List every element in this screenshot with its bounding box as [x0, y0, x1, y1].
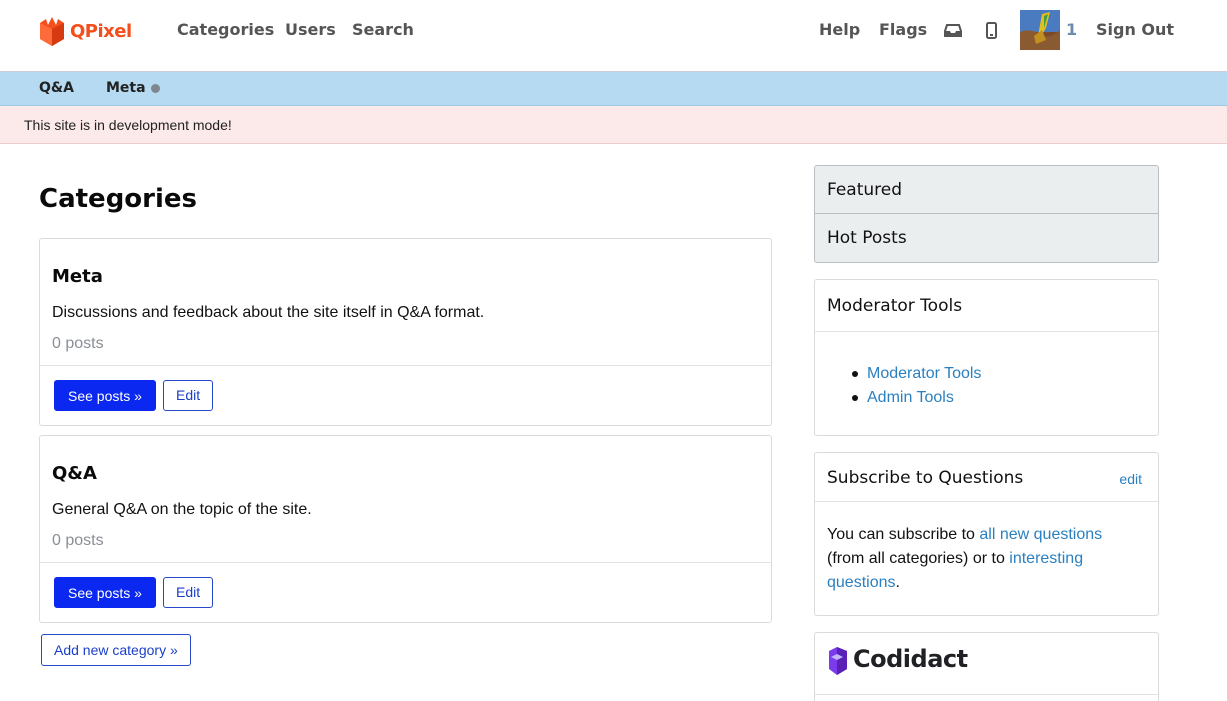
dev-mode-notice: This site is in development mode!: [0, 106, 1227, 144]
qpixel-logo-icon: [40, 17, 64, 46]
featured-tabs: Featured Hot Posts: [814, 165, 1159, 263]
tab-hot-posts[interactable]: Hot Posts: [815, 214, 1158, 262]
list-item: Admin Tools: [851, 386, 981, 410]
category-description: Discussions and feedback about the site …: [52, 304, 485, 321]
moderator-links: Moderator Tools Admin Tools: [851, 362, 981, 410]
logo-text: QPixel: [70, 20, 132, 42]
nav-categories[interactable]: Categories: [177, 20, 274, 39]
admin-tools-link[interactable]: Admin Tools: [867, 389, 954, 406]
subscribe-widget: Subscribe to Questions edit You can subs…: [814, 452, 1159, 616]
category-description: General Q&A on the topic of the site.: [52, 501, 312, 518]
subscribe-text: You can subscribe to all new questions (…: [827, 523, 1127, 595]
nav-flags[interactable]: Flags: [879, 20, 927, 39]
activity-dot: [151, 84, 160, 93]
edit-category-button[interactable]: Edit: [163, 577, 214, 608]
category-tab-meta[interactable]: Meta: [106, 80, 146, 96]
moderator-tools-link[interactable]: Moderator Tools: [867, 365, 981, 382]
subscribe-text-part: (from all categories) or to: [827, 550, 1010, 567]
edit-category-button[interactable]: Edit: [163, 380, 214, 411]
see-posts-button[interactable]: See posts »: [54, 577, 156, 608]
subscribe-edit-link[interactable]: edit: [1119, 471, 1142, 487]
codidact-logo-icon: [829, 647, 847, 675]
codidact-brand: Codidact: [815, 633, 1158, 695]
category-card-body: Meta Discussions and feedback about the …: [40, 239, 771, 366]
sign-out-link[interactable]: Sign Out: [1096, 20, 1174, 39]
category-card-meta: Meta Discussions and feedback about the …: [39, 238, 772, 426]
nav-search[interactable]: Search: [352, 20, 414, 39]
codidact-widget: Codidact: [814, 632, 1159, 701]
category-name: Meta: [52, 266, 103, 287]
list-item: Moderator Tools: [851, 362, 981, 386]
all-new-questions-link[interactable]: all new questions: [979, 526, 1102, 543]
category-bar: Q&A Meta: [0, 72, 1227, 106]
category-post-count: 0 posts: [52, 532, 104, 549]
widget-header: Moderator Tools: [815, 280, 1158, 332]
moderator-tools-title: Moderator Tools: [827, 296, 963, 316]
category-card-body: Q&A General Q&A on the topic of the site…: [40, 436, 771, 563]
widget-header: Subscribe to Questions edit: [815, 453, 1158, 502]
codidact-brand-text: Codidact: [853, 645, 968, 673]
site-logo[interactable]: QPixel: [36, 14, 132, 48]
subscribe-title: Subscribe to Questions: [827, 468, 1024, 488]
nav-help[interactable]: Help: [819, 20, 860, 39]
category-card-qa: Q&A General Q&A on the topic of the site…: [39, 435, 772, 623]
add-category-button[interactable]: Add new category »: [41, 634, 191, 666]
category-tab-qa[interactable]: Q&A: [39, 80, 74, 96]
tab-hot-posts-label: Hot Posts: [827, 228, 907, 248]
category-name: Q&A: [52, 463, 97, 484]
moderator-tools-widget: Moderator Tools Moderator Tools Admin To…: [814, 279, 1159, 436]
category-post-count: 0 posts: [52, 335, 104, 352]
inbox-icon[interactable]: [944, 22, 962, 43]
see-posts-button[interactable]: See posts »: [54, 380, 156, 411]
subscribe-text-part: You can subscribe to: [827, 526, 980, 543]
tab-featured-label: Featured: [827, 180, 903, 200]
tab-featured[interactable]: Featured: [815, 166, 1158, 214]
user-avatar[interactable]: [1020, 10, 1060, 50]
top-header: QPixel Categories Users Search Help Flag…: [0, 0, 1227, 72]
reputation-count: 1: [1066, 20, 1078, 39]
nav-users[interactable]: Users: [285, 20, 336, 39]
page-title: Categories: [39, 184, 198, 214]
subscribe-text-part: .: [895, 574, 900, 591]
notice-text: This site is in development mode!: [24, 117, 232, 133]
mobile-icon[interactable]: [986, 22, 997, 44]
